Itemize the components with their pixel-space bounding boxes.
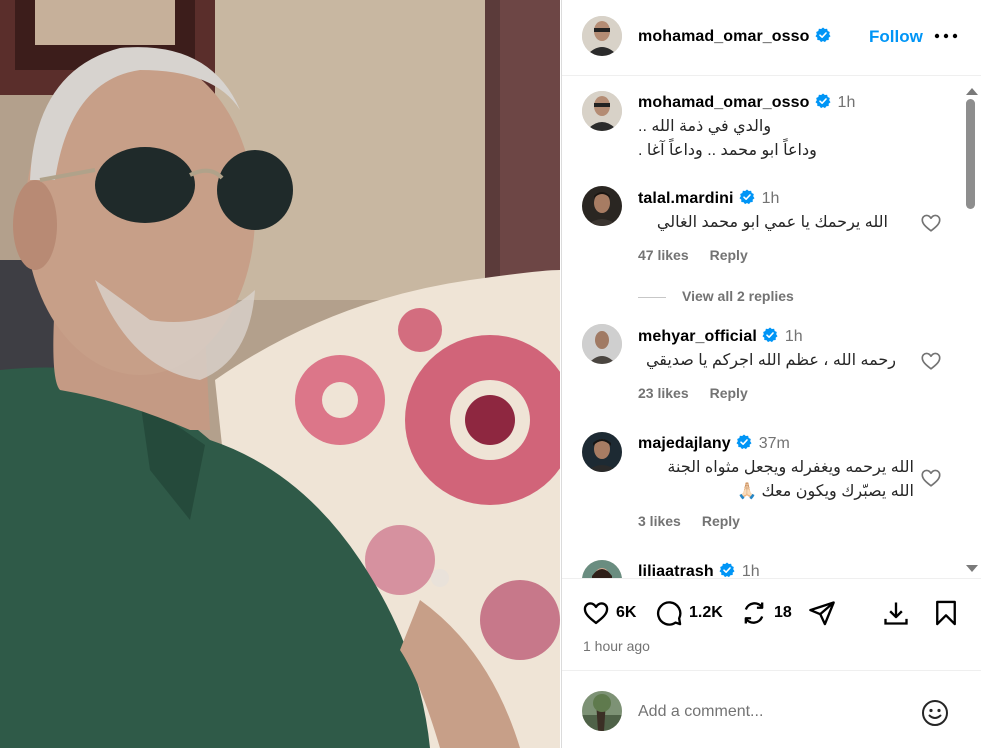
download-button[interactable] <box>882 599 910 627</box>
comment-meta: 3 likes Reply <box>638 513 761 529</box>
author-name-row: mohamad_omar_osso <box>638 27 831 46</box>
author-username[interactable]: mohamad_omar_osso <box>638 28 810 45</box>
caption-line: والدي في ذمة الله .. <box>638 118 772 135</box>
comment-likes[interactable]: 23 likes <box>638 385 689 401</box>
repost-button[interactable]: 18 <box>740 599 792 627</box>
comment-time[interactable]: 1h <box>742 563 760 578</box>
comment-likes[interactable]: 47 likes <box>638 247 689 263</box>
comment-username[interactable]: mehyar_official <box>638 328 757 345</box>
download-icon <box>884 602 908 625</box>
comment-text: الله يرحمك يا عمي ابو محمد الغالي <box>656 214 888 231</box>
comment-like-icon[interactable] <box>920 212 942 234</box>
comment-like-icon[interactable] <box>920 350 942 372</box>
comment-like-icon[interactable] <box>920 467 942 489</box>
scroll-down-arrow-icon[interactable] <box>966 565 978 572</box>
comment-header: mehyar_official 1h <box>638 327 803 346</box>
comment-username[interactable]: liliaatrash <box>638 563 714 578</box>
post-timestamp[interactable]: 1 hour ago <box>583 638 650 654</box>
author-avatar[interactable] <box>582 16 622 56</box>
view-replies-button[interactable]: View all 2 replies <box>638 288 794 304</box>
commenter-avatar[interactable] <box>582 432 622 472</box>
comment-text-line: الله يرحمه ويغفرله ويجعل مثواه الجنة <box>667 459 914 476</box>
verified-badge-icon <box>815 93 831 109</box>
comment-time[interactable]: 1h <box>762 190 780 207</box>
follow-button[interactable]: Follow <box>869 27 923 47</box>
comment-time[interactable]: 1h <box>785 328 803 345</box>
comment-meta: 47 likes Reply <box>638 247 769 263</box>
send-icon <box>809 601 835 626</box>
bookmark-icon <box>936 600 956 626</box>
comment-text: رحمه الله ، عظم الله اجركم يا صديقي <box>645 352 896 369</box>
like-count: 6K <box>616 604 637 621</box>
verified-badge-icon <box>815 27 831 43</box>
caption-line: وداعاً ابو محمد .. وداعاً آغا . <box>638 142 817 159</box>
reply-button[interactable]: Reply <box>710 247 748 263</box>
comment-username[interactable]: talal.mardini <box>638 190 734 207</box>
like-button[interactable]: 6K <box>582 599 636 627</box>
share-button[interactable] <box>808 599 836 627</box>
comments-list: mohamad_omar_osso 1h والدي في ذمة الله ..… <box>562 77 981 578</box>
post-photo-graphic <box>0 0 560 748</box>
commenter-avatar[interactable] <box>582 560 622 578</box>
caption-author-avatar[interactable] <box>582 91 622 131</box>
verified-badge-icon <box>739 189 755 205</box>
comment-likes[interactable]: 3 likes <box>638 513 681 529</box>
comment-meta: 23 likes Reply <box>638 385 769 401</box>
comment-text: الله يرحمه ويغفرله ويجعل مثواه الجنة الل… <box>638 456 914 504</box>
reply-button[interactable]: Reply <box>710 385 748 401</box>
comment-button[interactable]: 1.2K <box>655 599 723 627</box>
caption-text: والدي في ذمة الله .. وداعاً ابو محمد .. … <box>638 115 838 163</box>
commenter-avatar[interactable] <box>582 324 622 364</box>
verified-badge-icon <box>719 562 735 578</box>
emoji-icon[interactable] <box>920 698 950 728</box>
heart-icon <box>583 602 609 625</box>
verified-badge-icon <box>762 327 778 343</box>
post-side-panel: mohamad_omar_osso Follow mohamad_omar_os… <box>561 0 981 748</box>
more-options-icon[interactable] <box>934 26 958 46</box>
post-image <box>0 0 560 748</box>
comment-header: talal.mardini 1h <box>638 189 779 208</box>
comment-input[interactable] <box>638 701 908 723</box>
scroll-thumb[interactable] <box>966 99 975 209</box>
commenter-avatar[interactable] <box>582 186 622 226</box>
caption-header: mohamad_omar_osso 1h <box>638 93 855 112</box>
caption-time[interactable]: 1h <box>838 94 856 111</box>
repost-icon <box>744 602 764 624</box>
comment-text-line: الله يصبّرك ويكون معك 🙏🏻 <box>737 483 914 500</box>
repost-count: 18 <box>774 604 792 621</box>
verified-badge-icon <box>736 434 752 450</box>
comment-header: majedajlany 37m <box>638 434 790 453</box>
comment-count: 1.2K <box>689 604 723 621</box>
scroll-up-arrow-icon[interactable] <box>966 88 978 95</box>
comment-bubble-icon <box>656 601 682 626</box>
comments-scrollbar[interactable] <box>962 77 980 578</box>
caption-username[interactable]: mohamad_omar_osso <box>638 94 810 111</box>
comment-username[interactable]: majedajlany <box>638 435 731 452</box>
post-header: mohamad_omar_osso Follow <box>562 0 981 76</box>
add-comment-bar <box>562 670 981 748</box>
save-button[interactable] <box>932 599 960 627</box>
comment-time[interactable]: 37m <box>759 435 790 452</box>
comment-header: liliaatrash 1h <box>638 562 760 578</box>
current-user-avatar <box>582 691 622 731</box>
reply-button[interactable]: Reply <box>702 513 740 529</box>
